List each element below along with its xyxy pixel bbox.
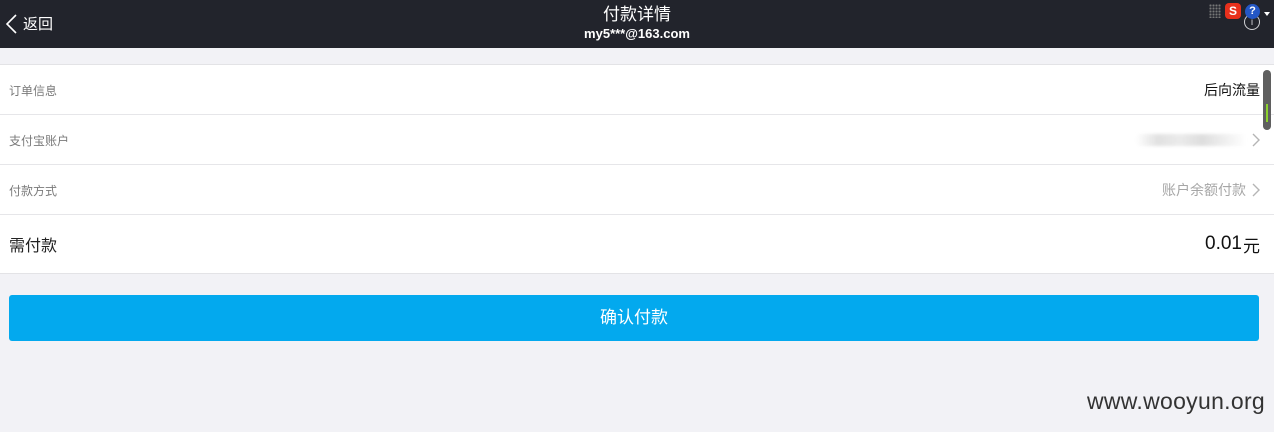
amount-due-label: 需付款 (9, 236, 58, 255)
grid-icon[interactable] (1209, 4, 1221, 18)
account-email: my5***@163.com (584, 26, 690, 41)
system-tray: S ? (1209, 2, 1270, 20)
order-info-value: 后向流量 (1204, 80, 1260, 100)
amount-number: 0.01 (1205, 233, 1242, 254)
payment-method-text: 账户余额付款 (1162, 183, 1246, 199)
title-block: 付款详情 my5***@163.com (0, 4, 1274, 42)
order-info-label: 订单信息 (9, 83, 58, 98)
alipay-account-row[interactable]: 支付宝账户 (0, 115, 1274, 165)
scroll-thumb (1266, 104, 1268, 122)
payment-detail-card: 订单信息 后向流量 支付宝账户 付款方式 账户余额付款 需付款 0.01 元 (0, 64, 1274, 274)
help-icon[interactable]: ? (1245, 3, 1260, 19)
amount-unit: 元 (1243, 236, 1260, 257)
amount-due-row: 需付款 0.01 元 (0, 215, 1274, 273)
caret-down-icon[interactable] (1264, 12, 1270, 16)
page-title: 付款详情 (603, 5, 671, 25)
order-info-text: 后向流量 (1204, 83, 1260, 99)
payment-method-label: 付款方式 (9, 183, 58, 198)
scroll-indicator[interactable] (1263, 70, 1271, 130)
watermark: www.wooyun.org (1086, 388, 1265, 414)
amount-due-value: 0.01 元 (1205, 232, 1260, 257)
chevron-right-icon (1252, 183, 1260, 197)
alipay-account-value (1136, 133, 1260, 147)
payment-method-row[interactable]: 付款方式 账户余额付款 (0, 165, 1274, 215)
payment-method-value: 账户余额付款 (1162, 180, 1260, 200)
redacted-account (1136, 134, 1246, 146)
nav-bar: 返回 付款详情 my5***@163.com i S ? (0, 0, 1274, 48)
chevron-right-icon (1252, 133, 1260, 147)
order-info-row[interactable]: 订单信息 后向流量 (0, 65, 1274, 115)
sogou-ime-icon[interactable]: S (1225, 3, 1241, 19)
alipay-account-label: 支付宝账户 (9, 133, 70, 148)
confirm-payment-button[interactable]: 确认付款 (9, 295, 1259, 341)
